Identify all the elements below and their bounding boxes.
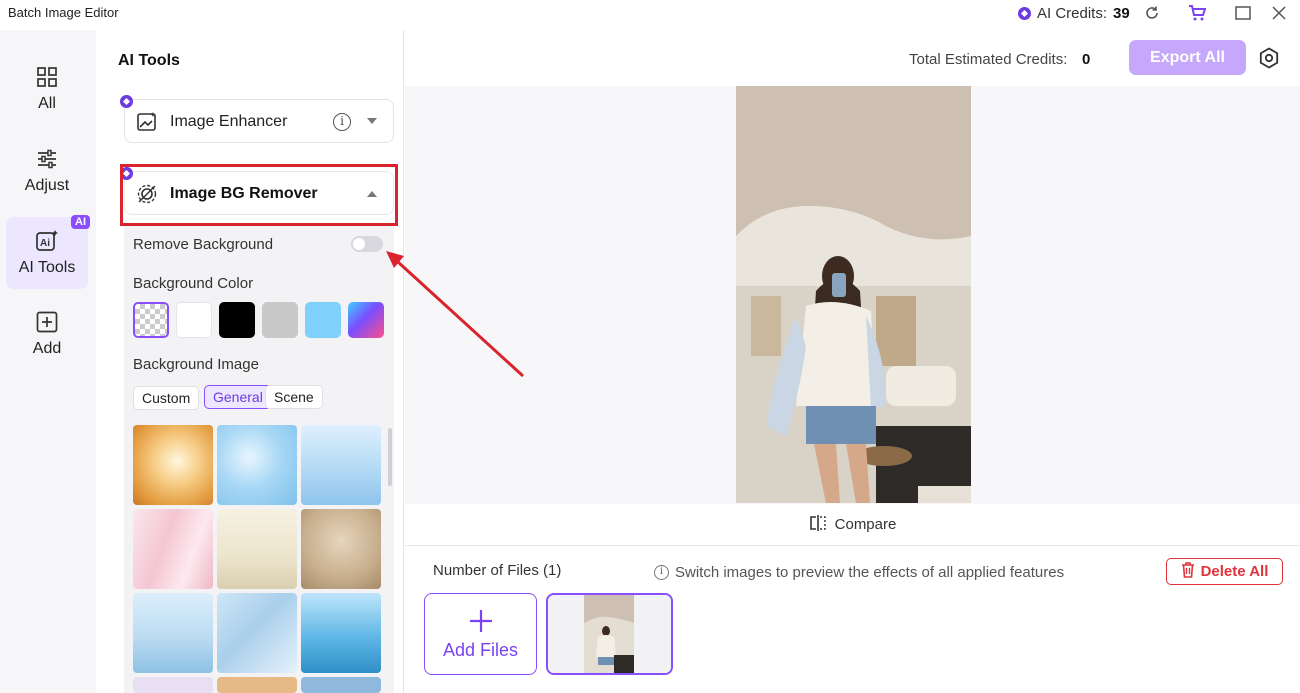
annotation-arrow bbox=[386, 251, 525, 378]
